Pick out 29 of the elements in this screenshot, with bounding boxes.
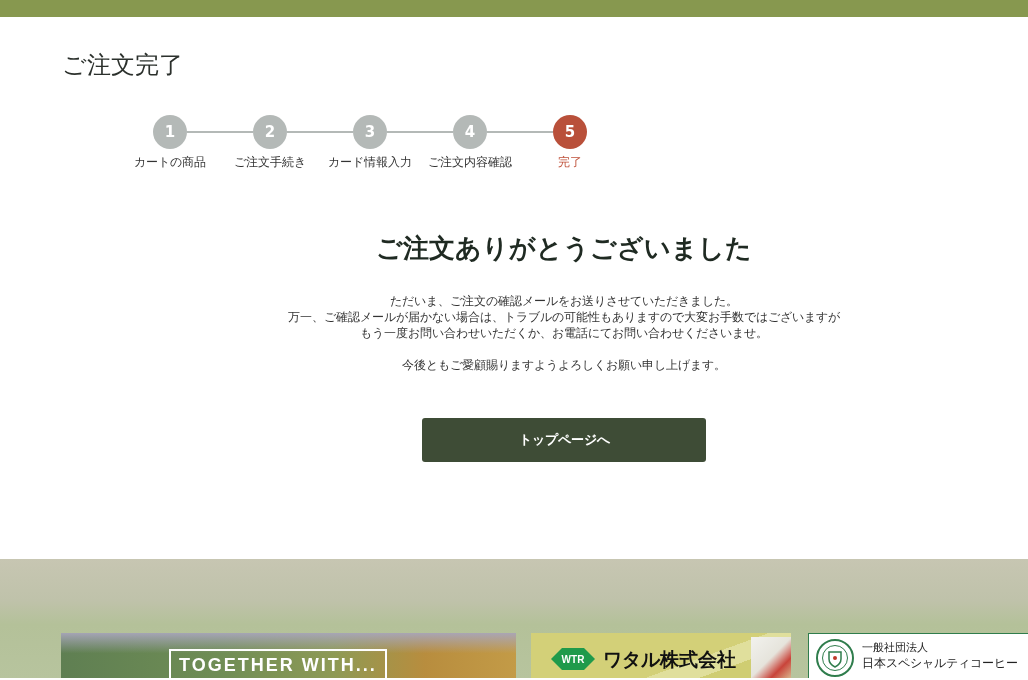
- step-number: 5: [553, 115, 587, 149]
- step-number: 4: [453, 115, 487, 149]
- thank-you-heading: ご注文ありがとうございました: [376, 232, 752, 265]
- step-label: ご注文手続き: [234, 154, 306, 170]
- step-connector-line: [287, 131, 353, 133]
- top-page-button[interactable]: トップページへ: [422, 418, 706, 462]
- step-label: カートの商品: [134, 154, 206, 170]
- step-label: 完了: [558, 154, 582, 170]
- message-paragraph: ただいま、ご注文の確認メールをお送りさせていただきました。 万一、ご確認メールが届かない場合は、トラブルの可能性もありますので大変お手数ではございますが もう一度お問い合わせいただくか、お電話にてお問い合わせくださいませ。: [288, 293, 840, 341]
- company-logo-mark: WTR: [551, 648, 595, 670]
- banner-caption: TOGETHER WITH...: [169, 649, 387, 678]
- message-paragraph: 今後ともご愛顧賜りますようよろしくお願い申し上げます。: [402, 357, 726, 373]
- step-number: 2: [253, 115, 287, 149]
- step-connector-line: [487, 131, 553, 133]
- company-name: ワタル株式会社: [603, 647, 736, 672]
- step-connector-line: [387, 131, 453, 133]
- step-connector-line: [187, 131, 253, 133]
- step-number: 3: [353, 115, 387, 149]
- emblem-icon: [816, 639, 854, 677]
- association-subtitle: 一般社団法人: [862, 641, 929, 655]
- banner-photo-placeholder[interactable]: TOGETHER WITH...: [61, 633, 516, 678]
- step-number: 1: [153, 115, 187, 149]
- company-banner[interactable]: WTR ワタル株式会社: [531, 633, 791, 678]
- step-label: ご注文内容確認: [428, 154, 512, 170]
- association-name: 日本スペシャルティコーヒー: [862, 655, 1018, 672]
- page-title: ご注文完了: [62, 50, 183, 81]
- product-photo-placeholder: [751, 637, 791, 678]
- step-label: カード情報入力: [328, 154, 412, 170]
- association-banner[interactable]: 一般社団法人 日本スペシャルティコーヒー: [808, 633, 1028, 678]
